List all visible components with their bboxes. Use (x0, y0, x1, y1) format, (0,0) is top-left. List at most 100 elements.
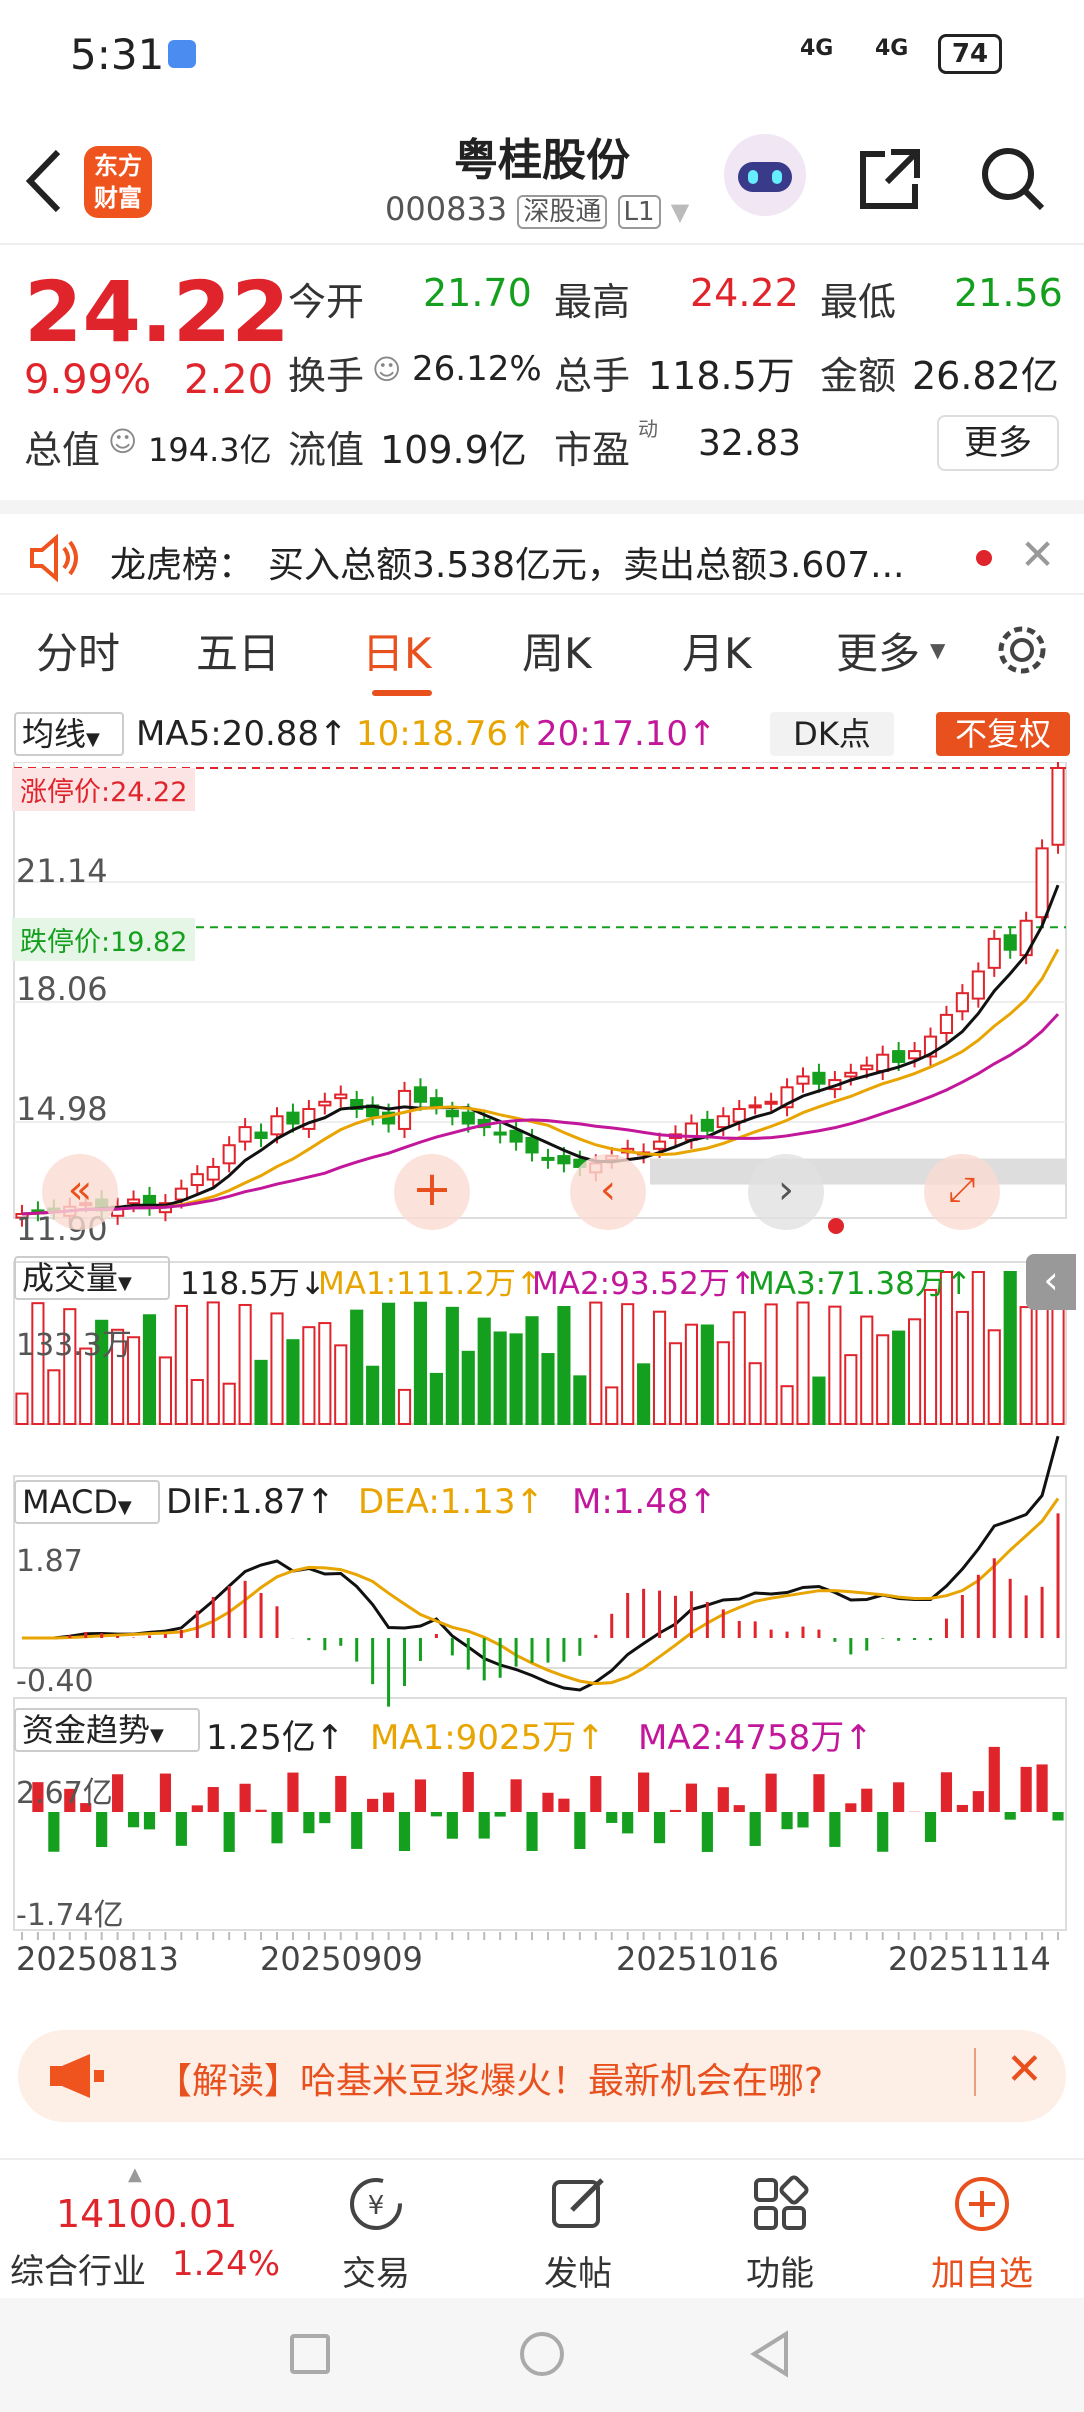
system-nav-bar (0, 2298, 1084, 2412)
no-adjust-button[interactable]: 不复权 (936, 712, 1070, 756)
notice-bar[interactable]: 龙虎榜： 买入总额3.538亿元，卖出总额3.607... ✕ (0, 500, 1084, 595)
volume-bar (366, 1365, 380, 1426)
chevron-left-icon[interactable]: ‹ (570, 1154, 646, 1230)
candle (939, 1013, 954, 1034)
volume-bar (270, 1312, 284, 1425)
fund-bar (223, 1812, 235, 1852)
chevron-right-icon[interactable]: › (748, 1154, 824, 1230)
trade-button[interactable]: ¥ 交易 (286, 2174, 466, 2295)
marker-dot (828, 1218, 844, 1234)
tab-more[interactable]: 更多 (836, 620, 920, 681)
post-button[interactable]: 发帖 (488, 2174, 668, 2295)
promo-banner[interactable]: 【解读】哈基米豆浆爆火！最新机会在哪? ✕ (18, 2030, 1066, 2122)
fund-selector[interactable]: 资金趋势▼ (14, 1708, 200, 1752)
info-icon-2[interactable]: ☺ (108, 425, 137, 458)
candle (796, 1075, 810, 1085)
candle (907, 1050, 922, 1060)
fund-bar (733, 1805, 745, 1812)
candle (254, 1131, 268, 1139)
more-button[interactable]: 更多 (937, 415, 1059, 471)
candle (190, 1173, 204, 1187)
index-value[interactable]: 14100.01 (56, 2192, 237, 2236)
kline-chart[interactable]: 均线▼ MA5:20.88↑ 10:18.76↑ 20:17.10↑ DK点 不… (0, 706, 1084, 2016)
macd-selector[interactable]: MACD▼ (14, 1480, 160, 1524)
float-value: 109.9亿 (380, 428, 527, 472)
back-nav-icon[interactable] (748, 2330, 792, 2378)
tab-monthly-k[interactable]: 月K (682, 620, 752, 681)
dk-point-button[interactable]: DK点 (770, 712, 894, 756)
fund-bar (526, 1812, 538, 1851)
share-icon[interactable] (855, 144, 925, 214)
home-icon[interactable] (520, 2332, 564, 2376)
close-icon-2[interactable]: ✕ (1006, 2044, 1043, 2095)
sgt-tag: 深股通 (517, 195, 608, 229)
fund-bar (1036, 1764, 1048, 1812)
index-name[interactable]: 综合行业 (10, 2244, 146, 2293)
high-value: 24.22 (690, 271, 799, 315)
fund-bar (239, 1783, 251, 1812)
tab-intraday[interactable]: 分时 (36, 620, 120, 681)
candle (429, 1097, 443, 1107)
volume-bar (573, 1375, 587, 1425)
close-icon[interactable]: ✕ (1020, 530, 1055, 579)
pe-sup: 动 (638, 417, 658, 441)
candle (812, 1071, 826, 1085)
add-watchlist-button[interactable]: 加自选 (892, 2174, 1072, 2295)
recent-apps-icon[interactable] (290, 2334, 330, 2374)
stock-code: 000833 深股通 L1 ▼ (385, 190, 690, 229)
tab-5day[interactable]: 五日 (196, 620, 280, 681)
fund-bar (367, 1798, 379, 1812)
settings-gear-icon[interactable] (994, 622, 1050, 678)
dea-line (21, 1497, 1060, 1686)
zoom-in-icon[interactable]: + (394, 1154, 470, 1230)
volume-selector[interactable]: 成交量▼ (14, 1256, 170, 1300)
candle (270, 1115, 284, 1136)
robot-assistant-icon[interactable] (724, 134, 806, 216)
open-value: 21.70 (423, 271, 532, 315)
fund-bar (112, 1774, 124, 1812)
fund-bar (271, 1812, 283, 1844)
volume-bar (923, 1288, 938, 1425)
index-pct[interactable]: 1.24% (172, 2244, 280, 2284)
date-label: 20250909 (260, 1940, 423, 1978)
collapse-icon[interactable]: ‹ (1026, 1254, 1076, 1310)
fund-bar (1052, 1812, 1064, 1821)
chevron-down-icon[interactable]: ▼ (671, 198, 689, 226)
limit-up-label: 涨停价:24.22 (12, 768, 196, 811)
candle (748, 1104, 762, 1109)
candle (700, 1118, 714, 1132)
fund-top-tick: 2.67亿 (16, 1776, 113, 1811)
fund-bar (430, 1812, 442, 1817)
candle (987, 937, 1001, 969)
fund-bar (669, 1809, 682, 1812)
volume-bar (509, 1333, 523, 1425)
volume-bar (860, 1315, 874, 1425)
volume-bar (955, 1310, 969, 1426)
fund-bar (159, 1773, 172, 1812)
fund-bar (638, 1772, 650, 1812)
chevron-up-icon[interactable]: ▲ (128, 2164, 142, 2185)
fullscreen-icon[interactable]: ⤢ (924, 1154, 1000, 1230)
info-icon[interactable]: ☺ (372, 353, 401, 386)
scroll-left-icon[interactable]: « (42, 1154, 118, 1230)
candle (955, 992, 969, 1013)
functions-button[interactable]: 功能 (690, 2174, 870, 2295)
amount-value: 26.82亿 (912, 354, 1059, 398)
trade-yen-icon: ¥ (350, 2178, 402, 2230)
fund-bar (574, 1812, 586, 1850)
volume-bar (812, 1376, 826, 1426)
ma-selector[interactable]: 均线▼ (14, 712, 124, 756)
float-label: 流值 (288, 428, 365, 472)
volume-bar (605, 1386, 619, 1426)
fund-bar (861, 1788, 873, 1812)
fund-bar (287, 1772, 299, 1812)
volume-bar (700, 1324, 714, 1425)
volume-bar (254, 1359, 268, 1426)
volume-bar (844, 1354, 858, 1426)
tab-daily-k[interactable]: 日K (362, 620, 432, 681)
fund-bar (127, 1812, 140, 1828)
price-tick: 14.98 (16, 1090, 108, 1128)
candle (860, 1064, 874, 1071)
tab-weekly-k[interactable]: 周K (522, 620, 592, 681)
search-icon[interactable] (978, 144, 1048, 214)
